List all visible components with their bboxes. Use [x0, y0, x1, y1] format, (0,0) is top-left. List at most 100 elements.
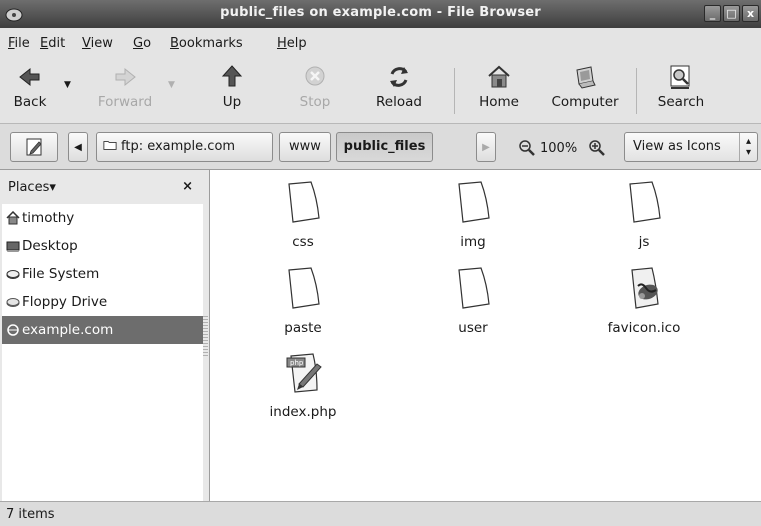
menu-file[interactable]: File [8, 36, 30, 51]
sidebar-item-desktop[interactable]: Desktop [2, 232, 203, 260]
updown-arrow-icon: ▴ ▾ [739, 133, 757, 161]
sidebar-item-label: File System [22, 266, 100, 282]
path-label-public-files: public_files [343, 139, 426, 154]
menu-file-label: ile [14, 36, 30, 51]
computer-button[interactable]: Computer [546, 62, 624, 120]
back-arrow-icon [19, 67, 40, 87]
stop-label: Stop [299, 94, 331, 110]
menu-view-mnemonic: V [82, 36, 91, 51]
file-item[interactable]: js [584, 178, 704, 250]
zoom-level[interactable]: 100% [540, 141, 577, 156]
sidebar-item-example-com[interactable]: example.com [2, 316, 203, 344]
menu-edit[interactable]: Edit [40, 36, 65, 51]
close-sidebar-button[interactable]: × [182, 179, 193, 194]
back-button[interactable]: Back [6, 62, 54, 120]
sidebar-title: Places [8, 180, 50, 195]
svg-text:php: php [290, 359, 304, 367]
menu-edit-label: dit [48, 36, 66, 51]
places-list: timothy Desktop File System Floppy Drive… [2, 204, 203, 501]
forward-history-dropdown[interactable]: ▼ [168, 80, 175, 90]
file-name: index.php [269, 404, 337, 420]
menu-bookmarks-label: ookmarks [178, 36, 243, 51]
file-name: img [460, 234, 486, 250]
chevron-right-icon: ▶ [482, 142, 490, 153]
view-mode-select[interactable]: View as Icons ▴ ▾ [624, 132, 758, 162]
path-scroll-right-button[interactable]: ▶ [476, 132, 496, 162]
menu-view-label: iew [90, 36, 113, 51]
stop-button[interactable]: Stop [292, 62, 338, 120]
file-name: user [458, 320, 488, 336]
zoom-out-icon[interactable] [518, 139, 536, 157]
file-item[interactable]: user [413, 264, 533, 336]
sidebar-resize-handle[interactable] [203, 316, 208, 358]
file-item[interactable]: img [413, 178, 533, 250]
file-name: css [292, 234, 314, 250]
menu-view[interactable]: View [82, 36, 113, 51]
path-button-public-files[interactable]: public_files [336, 132, 433, 162]
home-button[interactable]: Home [472, 62, 526, 120]
file-item[interactable]: paste [243, 264, 363, 336]
back-history-dropdown[interactable]: ▼ [64, 80, 71, 90]
menu-bookmarks[interactable]: Bookmarks [170, 36, 243, 51]
forward-button[interactable]: Forward [92, 62, 158, 120]
sidebar-header: Places▾ × [0, 170, 209, 204]
search-button[interactable]: Search [652, 62, 710, 120]
path-scroll-left-button[interactable]: ◀ [68, 132, 88, 162]
forward-arrow-icon [115, 67, 136, 87]
computer-label: Computer [551, 94, 619, 110]
computer-icon [576, 66, 596, 89]
file-name: favicon.ico [607, 320, 681, 336]
maximize-button[interactable]: □ [723, 5, 740, 22]
window-title: public_files on example.com - File Brows… [220, 5, 541, 20]
file-name: js [638, 234, 650, 250]
sidebar-item-floppy-drive[interactable]: Floppy Drive [2, 288, 203, 316]
zoom-in-icon[interactable] [588, 139, 606, 157]
menu-go-mnemonic: G [133, 36, 144, 51]
reload-icon [390, 67, 408, 87]
php-file-icon: php [286, 353, 322, 393]
up-arrow-icon [221, 65, 243, 87]
document-icon [458, 267, 490, 309]
sidebar-item-label: example.com [22, 322, 114, 338]
sidebar-item-label: timothy [22, 210, 75, 226]
reload-button[interactable]: Reload [368, 62, 430, 120]
up-button[interactable]: Up [210, 62, 254, 120]
file-item[interactable]: favicon.ico [584, 264, 704, 336]
path-button-www[interactable]: www [279, 132, 331, 162]
menu-help-label: elp [286, 36, 307, 51]
edit-location-icon [26, 138, 42, 156]
status-text: 7 items [6, 507, 55, 522]
sidebar: Places▾ × timothy Desktop File System Fl… [0, 170, 210, 501]
toolbar-separator [636, 68, 637, 114]
search-label: Search [657, 94, 705, 110]
home-icon [488, 65, 510, 88]
view-mode-value: View as Icons [633, 139, 721, 154]
up-label: Up [222, 94, 242, 110]
menu-help-mnemonic: H [277, 36, 287, 51]
sidebar-type-dropdown[interactable]: Places▾ [8, 180, 56, 195]
menu-go[interactable]: Go [133, 36, 151, 51]
home-folder-icon [6, 211, 20, 225]
close-window-button[interactable]: x [742, 5, 759, 22]
sidebar-item-label: Desktop [22, 238, 78, 254]
forward-label: Forward [97, 94, 153, 110]
menu-help[interactable]: Help [277, 36, 307, 51]
toggle-location-entry-button[interactable] [10, 132, 58, 162]
path-button-ftp[interactable]: ftp: example.com [96, 132, 273, 162]
floppy-icon [6, 298, 20, 307]
home-label: Home [479, 94, 519, 110]
sidebar-item-file-system[interactable]: File System [2, 260, 203, 288]
file-view[interactable]: css img js paste user favicon.ico php in… [210, 170, 761, 501]
status-bar: 7 items [0, 501, 761, 526]
menu-go-label: o [143, 36, 152, 51]
minimize-button[interactable]: _ [704, 5, 721, 22]
path-label-ftp: ftp: example.com [121, 139, 236, 154]
file-item[interactable]: css [243, 178, 363, 250]
window-titlebar[interactable]: public_files on example.com - File Brows… [0, 0, 761, 28]
document-icon [288, 267, 320, 309]
sidebar-item-timothy[interactable]: timothy [2, 204, 203, 232]
toolbar-separator [454, 68, 455, 114]
search-icon [670, 65, 690, 89]
menu-bookmarks-mnemonic: B [170, 36, 179, 51]
file-item[interactable]: php index.php [243, 348, 363, 420]
